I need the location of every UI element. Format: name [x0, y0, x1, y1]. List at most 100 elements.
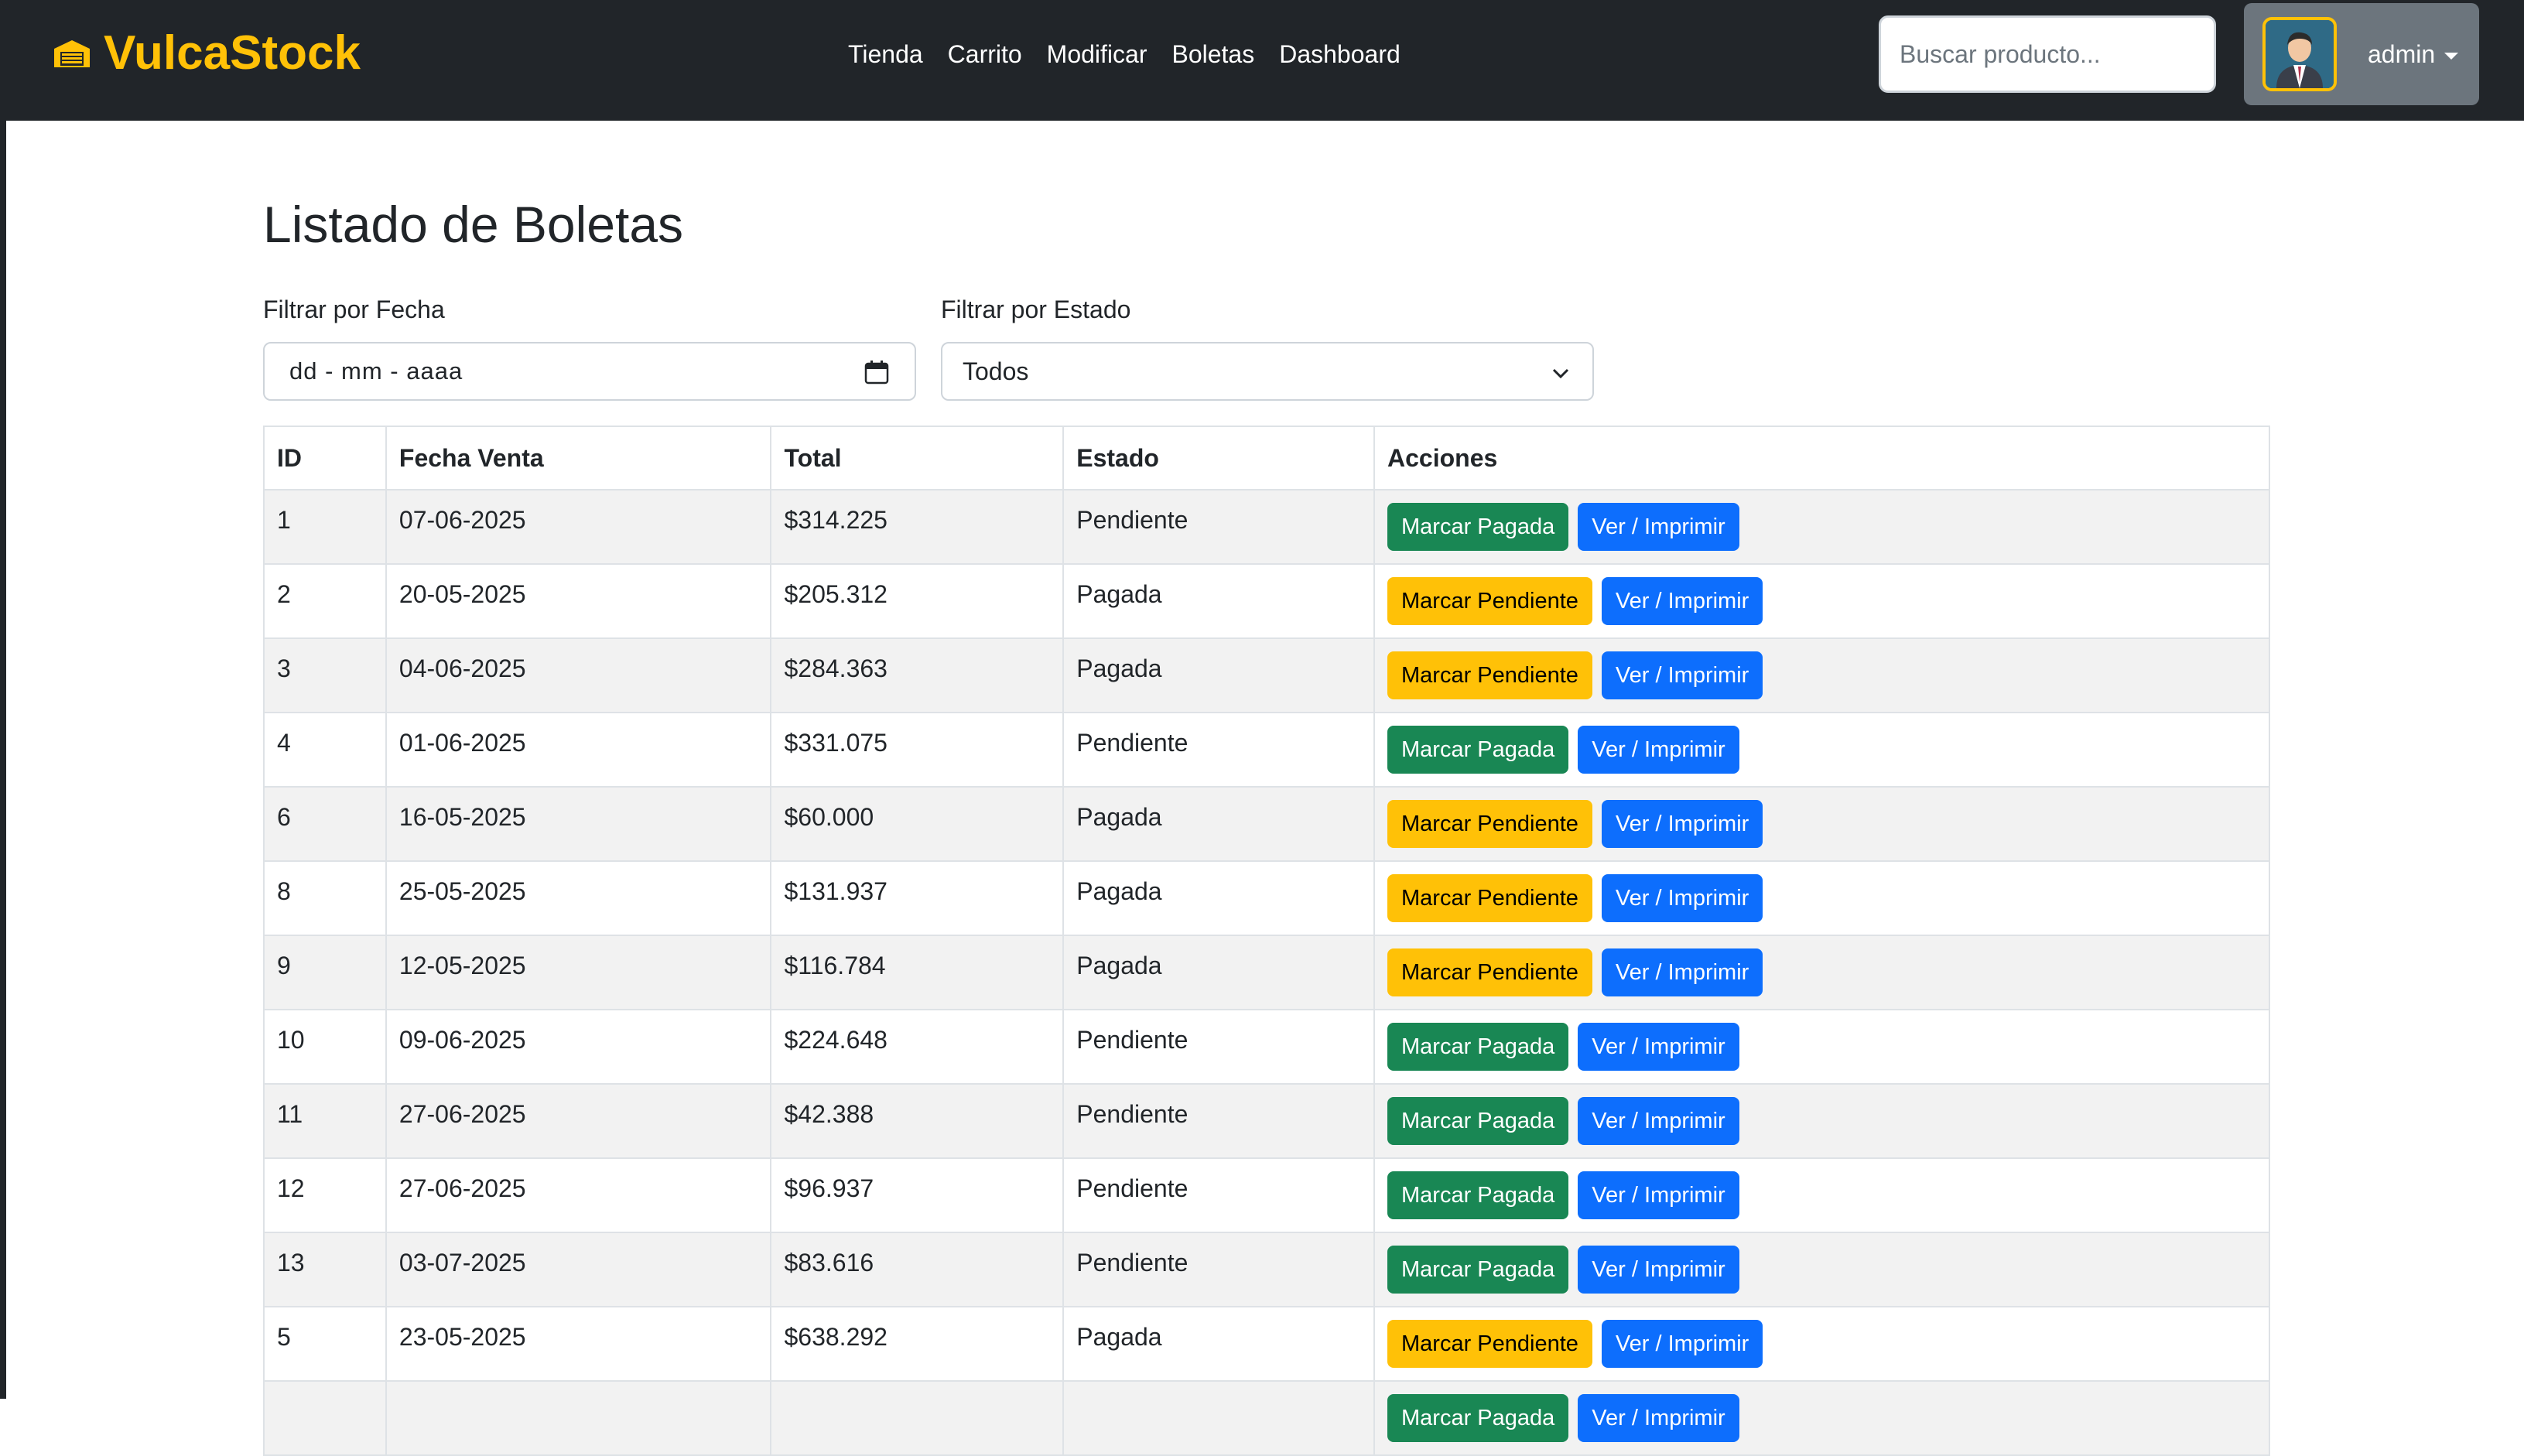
mark-pending-button[interactable]: Marcar Pendiente	[1387, 651, 1592, 699]
header-id: ID	[263, 426, 387, 490]
view-print-button[interactable]: Ver / Imprimir	[1578, 1394, 1739, 1442]
cell-estado: Pagada	[1062, 935, 1375, 1010]
cell-id: 11	[263, 1083, 387, 1159]
mark-paid-button[interactable]: Marcar Pagada	[1387, 1171, 1569, 1219]
calendar-icon[interactable]	[864, 359, 890, 385]
page-title: Listado de Boletas	[263, 196, 684, 253]
cell-fecha: 23-05-2025	[385, 1306, 772, 1382]
cell-acciones: Marcar Pagada Ver / Imprimir	[1373, 1157, 2270, 1233]
cell-acciones: Marcar Pagada Ver / Imprimir	[1373, 712, 2270, 788]
cell-fecha: 27-06-2025	[385, 1157, 772, 1233]
view-print-button[interactable]: Ver / Imprimir	[1601, 874, 1763, 922]
cell-total: $60.000	[770, 786, 1065, 862]
view-print-button[interactable]: Ver / Imprimir	[1601, 800, 1763, 848]
search-input[interactable]	[1879, 15, 2216, 93]
table-body: 1 07-06-2025 $314.225 Pendiente Marcar Pagad…	[263, 489, 2270, 1456]
table-row: Marcar Pagada Ver / Imprimir	[263, 1380, 2270, 1456]
cell-fecha	[385, 1380, 772, 1456]
table-row: 4 01-06-2025 $331.075 Pendiente Marcar Pagad…	[263, 712, 2270, 788]
view-print-button[interactable]: Ver / Imprimir	[1578, 726, 1739, 774]
cell-id: 4	[263, 712, 387, 788]
cell-estado: Pagada	[1062, 860, 1375, 936]
user-menu-button[interactable]: admin	[2244, 3, 2479, 105]
mark-paid-button[interactable]: Marcar Pagada	[1387, 1394, 1569, 1442]
cell-estado: Pendiente	[1062, 1157, 1375, 1233]
date-filter-input[interactable]: dd - mm - aaaa	[263, 342, 916, 401]
table-row: 5 23-05-2025 $638.292 Pagada Marcar Pendient…	[263, 1306, 2270, 1382]
cell-fecha: 09-06-2025	[385, 1009, 772, 1085]
table-row: 9 12-05-2025 $116.784 Pagada Marcar Pendient…	[263, 935, 2270, 1010]
user-name: admin	[2368, 39, 2436, 68]
nav-link-dashboard[interactable]: Dashboard	[1267, 34, 1413, 74]
nav-link-modificar[interactable]: Modificar	[1035, 34, 1160, 74]
cell-fecha: 27-06-2025	[385, 1083, 772, 1159]
cell-id: 10	[263, 1009, 387, 1085]
cell-estado: Pendiente	[1062, 1083, 1375, 1159]
cell-id: 5	[263, 1306, 387, 1382]
header-fecha-venta: Fecha Venta	[385, 426, 772, 490]
table-row: 11 27-06-2025 $42.388 Pendiente Marcar Pagad…	[263, 1083, 2270, 1159]
cell-acciones: Marcar Pendiente Ver / Imprimir	[1373, 1306, 2270, 1382]
view-print-button[interactable]: Ver / Imprimir	[1578, 1246, 1739, 1294]
cell-acciones: Marcar Pendiente Ver / Imprimir	[1373, 935, 2270, 1010]
cell-fecha: 03-07-2025	[385, 1232, 772, 1307]
header-total: Total	[770, 426, 1065, 490]
mark-pending-button[interactable]: Marcar Pendiente	[1387, 948, 1592, 996]
cell-id: 13	[263, 1232, 387, 1307]
cell-estado: Pendiente	[1062, 489, 1375, 565]
brand-name: VulcaStock	[104, 26, 361, 80]
cell-estado: Pendiente	[1062, 1009, 1375, 1085]
nav-link-carrito[interactable]: Carrito	[935, 34, 1035, 74]
view-print-button[interactable]: Ver / Imprimir	[1601, 577, 1763, 625]
cell-acciones: Marcar Pagada Ver / Imprimir	[1373, 1380, 2270, 1456]
caret-down-icon	[2444, 52, 2459, 60]
cell-id: 8	[263, 860, 387, 936]
mark-pending-button[interactable]: Marcar Pendiente	[1387, 874, 1592, 922]
nav-link-tienda[interactable]: Tienda	[836, 34, 935, 74]
view-print-button[interactable]: Ver / Imprimir	[1578, 1023, 1739, 1071]
table-row: 3 04-06-2025 $284.363 Pagada Marcar Pendient…	[263, 637, 2270, 713]
brand[interactable]: VulcaStock	[53, 26, 361, 80]
mark-paid-button[interactable]: Marcar Pagada	[1387, 503, 1569, 551]
table-row: 2 20-05-2025 $205.312 Pagada Marcar Pendient…	[263, 563, 2270, 639]
header-estado: Estado	[1062, 426, 1375, 490]
cell-estado: Pendiente	[1062, 712, 1375, 788]
status-filter-select[interactable]: Todos	[941, 342, 1594, 401]
cell-fecha: 16-05-2025	[385, 786, 772, 862]
view-print-button[interactable]: Ver / Imprimir	[1578, 1171, 1739, 1219]
mark-pending-button[interactable]: Marcar Pendiente	[1387, 577, 1592, 625]
mark-pending-button[interactable]: Marcar Pendiente	[1387, 1320, 1592, 1368]
table-header-row: ID Fecha Venta Total Estado Acciones	[263, 426, 2270, 490]
cell-acciones: Marcar Pendiente Ver / Imprimir	[1373, 786, 2270, 862]
view-print-button[interactable]: Ver / Imprimir	[1601, 651, 1763, 699]
cell-total: $83.616	[770, 1232, 1065, 1307]
cell-acciones: Marcar Pendiente Ver / Imprimir	[1373, 563, 2270, 639]
cell-estado: Pendiente	[1062, 1232, 1375, 1307]
cell-total: $331.075	[770, 712, 1065, 788]
cell-id: 1	[263, 489, 387, 565]
view-print-button[interactable]: Ver / Imprimir	[1578, 1097, 1739, 1145]
user-avatar-icon	[2266, 20, 2334, 88]
cell-total: $314.225	[770, 489, 1065, 565]
cell-id: 12	[263, 1157, 387, 1233]
cell-total	[770, 1380, 1065, 1456]
mark-paid-button[interactable]: Marcar Pagada	[1387, 1097, 1569, 1145]
mark-paid-button[interactable]: Marcar Pagada	[1387, 1246, 1569, 1294]
nav-link-boletas[interactable]: Boletas	[1159, 34, 1267, 74]
mark-paid-button[interactable]: Marcar Pagada	[1387, 726, 1569, 774]
cell-total: $205.312	[770, 563, 1065, 639]
cell-fecha: 20-05-2025	[385, 563, 772, 639]
view-print-button[interactable]: Ver / Imprimir	[1601, 948, 1763, 996]
table-row: 13 03-07-2025 $83.616 Pendiente Marcar Pagad…	[263, 1232, 2270, 1307]
view-print-button[interactable]: Ver / Imprimir	[1578, 503, 1739, 551]
cell-total: $116.784	[770, 935, 1065, 1010]
table-row: 6 16-05-2025 $60.000 Pagada Marcar Pendiente…	[263, 786, 2270, 862]
mark-pending-button[interactable]: Marcar Pendiente	[1387, 800, 1592, 848]
window-edge	[0, 0, 6, 1399]
cell-fecha: 04-06-2025	[385, 637, 772, 713]
cell-id: 9	[263, 935, 387, 1010]
view-print-button[interactable]: Ver / Imprimir	[1601, 1320, 1763, 1368]
cell-id: 6	[263, 786, 387, 862]
cell-estado: Pagada	[1062, 1306, 1375, 1382]
mark-paid-button[interactable]: Marcar Pagada	[1387, 1023, 1569, 1071]
